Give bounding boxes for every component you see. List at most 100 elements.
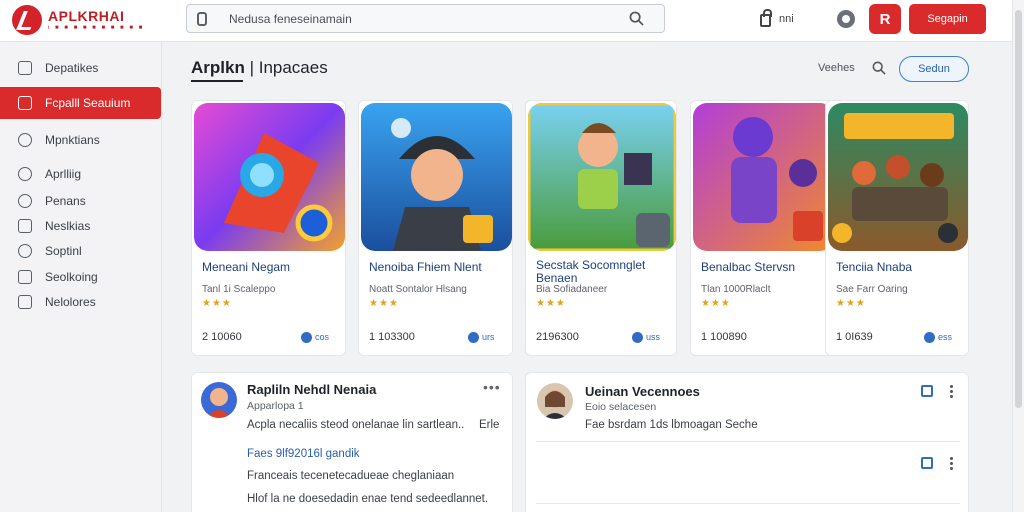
sidebar-item-label: Fcpalll Seauium: [45, 96, 131, 110]
sidebar-item-5[interactable]: Neslkias: [0, 212, 162, 240]
chart-icon: [18, 295, 32, 309]
download-icon: [632, 331, 643, 343]
sidebar-item-1[interactable]: Fcpalll Seauium: [0, 87, 161, 119]
post-author[interactable]: Rapliln Nehdl Nenaia: [247, 382, 376, 397]
app-size: 1 103300: [369, 331, 415, 343]
top-bar: APLKRHAI ι ■ ■ ■ ■ ■ ■ ■ ■ ■ ■ Nedusa fe…: [0, 0, 1012, 42]
sidebar-item-label: Seolkoing: [45, 270, 98, 284]
app-subtitle: Bia Sofiadaneer: [536, 284, 608, 295]
post-link[interactable]: Faes 9lf92016l gandik: [247, 448, 360, 460]
sidebar-item-0[interactable]: Depatikes: [0, 54, 162, 82]
divider: [536, 503, 960, 504]
chart-icon: [18, 270, 32, 284]
sidebar-item-label: Nelolores: [45, 295, 96, 309]
gear-icon: [18, 167, 32, 181]
sidebar-item-4[interactable]: Penans: [0, 187, 162, 215]
app-name: Meneani Negam: [202, 260, 291, 274]
app-size: 1 0I639: [836, 331, 873, 343]
gear-icon: [18, 244, 32, 258]
notification-icon[interactable]: [837, 10, 855, 28]
more-options-icon[interactable]: •••: [483, 379, 501, 395]
scrollbar-thumb[interactable]: [1015, 10, 1022, 408]
sidebar-item-label: Penans: [45, 194, 86, 208]
app-name: Nenoiba Fhiem Nlent: [369, 260, 482, 274]
sidebar-item-7[interactable]: Seolkoing: [0, 263, 162, 291]
brand-logo[interactable]: APLKRHAI ι ■ ■ ■ ■ ■ ■ ■ ■ ■ ■: [12, 4, 152, 36]
app-card[interactable]: Nenoiba Fhiem Nlent Noatt Sontalor Hlsan…: [358, 100, 513, 356]
sidebar-item-label: Aprlliig: [45, 167, 82, 181]
brand-name: APLKRHAI: [48, 7, 125, 24]
sidebar-item-3[interactable]: Aprlliig: [0, 160, 162, 188]
app-name: Tenciia Nnaba: [836, 260, 913, 274]
search-icon[interactable]: [629, 11, 644, 26]
post-body: Hlof la ne doesedadin enae tend sedeedla…: [247, 493, 489, 505]
install-button[interactable]: ess: [924, 330, 956, 344]
app-thumbnail: [528, 103, 676, 251]
post-body: Franceais tecenetecadueae cheglaniaan: [247, 470, 455, 482]
sidebar-item-label: Mpnktians: [45, 133, 100, 147]
user-icon: [18, 133, 32, 147]
install-button[interactable]: urs: [468, 330, 500, 344]
lock-icon[interactable]: [760, 9, 772, 27]
app-card[interactable]: Meneani Negam Tanl 1i Scaleppo ★★★ 2 100…: [191, 100, 346, 356]
view-all-link[interactable]: Veehes: [818, 62, 855, 74]
sidebar-item-8[interactable]: Nelolores: [0, 288, 162, 316]
app-subtitle: Tlan 1000Rlaclt: [701, 284, 771, 295]
app-subtitle: Noatt Sontalor Hlsang: [369, 284, 467, 295]
app-rating: ★★★: [369, 298, 399, 309]
divider: [536, 441, 960, 442]
app-thumbnail: [828, 103, 968, 251]
document-icon: [18, 219, 32, 233]
app-thumbnail: [194, 103, 345, 251]
app-card[interactable]: Benalbac Stervsn Tlan 1000Rlaclt ★★★ 1 1…: [690, 100, 835, 356]
post-body-tail: Erle: [479, 419, 500, 431]
brand-logo-icon: [12, 5, 42, 35]
sidebar-item-6[interactable]: Soptinl: [0, 237, 162, 265]
brand-tagline: ι ■ ■ ■ ■ ■ ■ ■ ■ ■ ■: [48, 24, 145, 31]
sidebar-item-label: Depatikes: [45, 61, 99, 75]
image-icon: [18, 96, 32, 110]
feed-post: Ueinan Vecennoes Eoio selacesen Fae bsrd…: [525, 372, 969, 512]
top-bar-label: nni: [779, 13, 794, 25]
app-size: 2196300: [536, 331, 579, 343]
app-subtitle: Tanl 1i Scaleppo: [202, 284, 276, 295]
post-meta: Eoio selacesen: [585, 401, 657, 413]
section-title-underline: [191, 80, 243, 82]
install-button[interactable]: uss: [632, 330, 664, 344]
app-card[interactable]: Secstak Socomnglet Benaen Bia Sofiadanee…: [525, 100, 677, 356]
app-subtitle: Sae Farr Oaring: [836, 284, 908, 295]
sidebar-item-2[interactable]: Mpnktians: [0, 126, 162, 154]
post-body: Acpla necaliis steod onelanae lin sartle…: [247, 419, 465, 431]
bookmark-icon[interactable]: [921, 385, 933, 397]
download-icon: [924, 331, 935, 343]
search-icon[interactable]: [872, 61, 886, 75]
user-group-icon: [18, 194, 32, 208]
section-action-button[interactable]: Sedun: [899, 56, 969, 82]
bookmark-icon[interactable]: [921, 457, 933, 469]
install-button[interactable]: cos: [301, 330, 333, 344]
primary-action-button[interactable]: Segapin: [909, 4, 986, 34]
download-icon: [468, 331, 479, 343]
app-thumbnail: [361, 103, 512, 251]
sidebar-item-label: Neslkias: [45, 219, 91, 233]
section-title: Arplkn | Inpacaes: [191, 58, 328, 77]
search-bar[interactable]: Nedusa feneseinamain: [186, 4, 665, 33]
microphone-icon[interactable]: [197, 11, 207, 26]
more-options-icon[interactable]: [950, 457, 954, 471]
app-card[interactable]: Tenciia Nnaba Sae Farr Oaring ★★★ 1 0I63…: [825, 100, 969, 356]
download-icon: [301, 331, 312, 343]
avatar[interactable]: [201, 382, 237, 418]
feed-post: Rapliln Nehdl Nenaia ••• Apparlopa 1 Acp…: [191, 372, 513, 512]
search-input[interactable]: Nedusa feneseinamain: [229, 12, 352, 26]
scrollbar[interactable]: [1012, 0, 1024, 512]
app-rating: ★★★: [202, 298, 232, 309]
post-body: Fae bsrdam 1ds lbmoagan Seche: [585, 419, 758, 431]
app-rating: ★★★: [536, 298, 566, 309]
sidebar-item-label: Soptinl: [45, 244, 82, 258]
app-size: 2 10060: [202, 331, 242, 343]
post-author[interactable]: Ueinan Vecennoes: [585, 384, 700, 399]
profile-button[interactable]: R: [869, 4, 901, 34]
avatar[interactable]: [537, 383, 573, 419]
more-options-icon[interactable]: [950, 385, 954, 399]
image-icon: [18, 61, 32, 75]
